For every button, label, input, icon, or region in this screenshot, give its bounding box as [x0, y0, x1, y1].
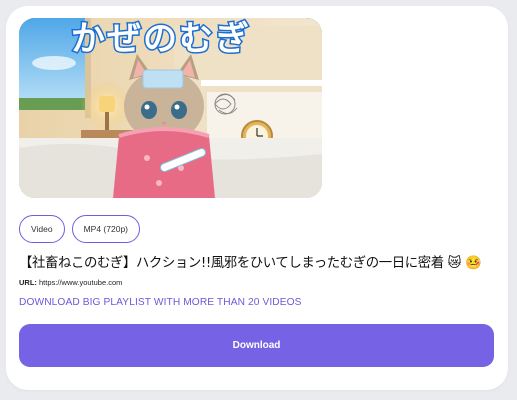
thumbnail-caption: かぜのむぎ [71, 19, 251, 59]
url-label: URL: [19, 278, 37, 287]
video-title: 【社畜ねこのむぎ】ハクション!!風邪をひいてしまったむぎの一日に密着 😿 🤒 [19, 256, 482, 271]
url-row: URL: https://www.youtube.com [19, 278, 122, 287]
download-button[interactable]: Download [19, 324, 494, 367]
chip-video[interactable]: Video [19, 215, 65, 243]
format-chips: Video MP4 (720p) [19, 215, 141, 243]
chip-mp4-720p[interactable]: MP4 (720p) [71, 215, 141, 243]
url-value: https://www.youtube.com [39, 278, 123, 287]
thumbnail-illustration: かぜのむぎ [19, 18, 322, 198]
playlist-download-link[interactable]: DOWNLOAD BIG PLAYLIST WITH MORE THAN 20 … [19, 297, 302, 308]
video-thumbnail[interactable]: かぜのむぎ [19, 18, 322, 198]
